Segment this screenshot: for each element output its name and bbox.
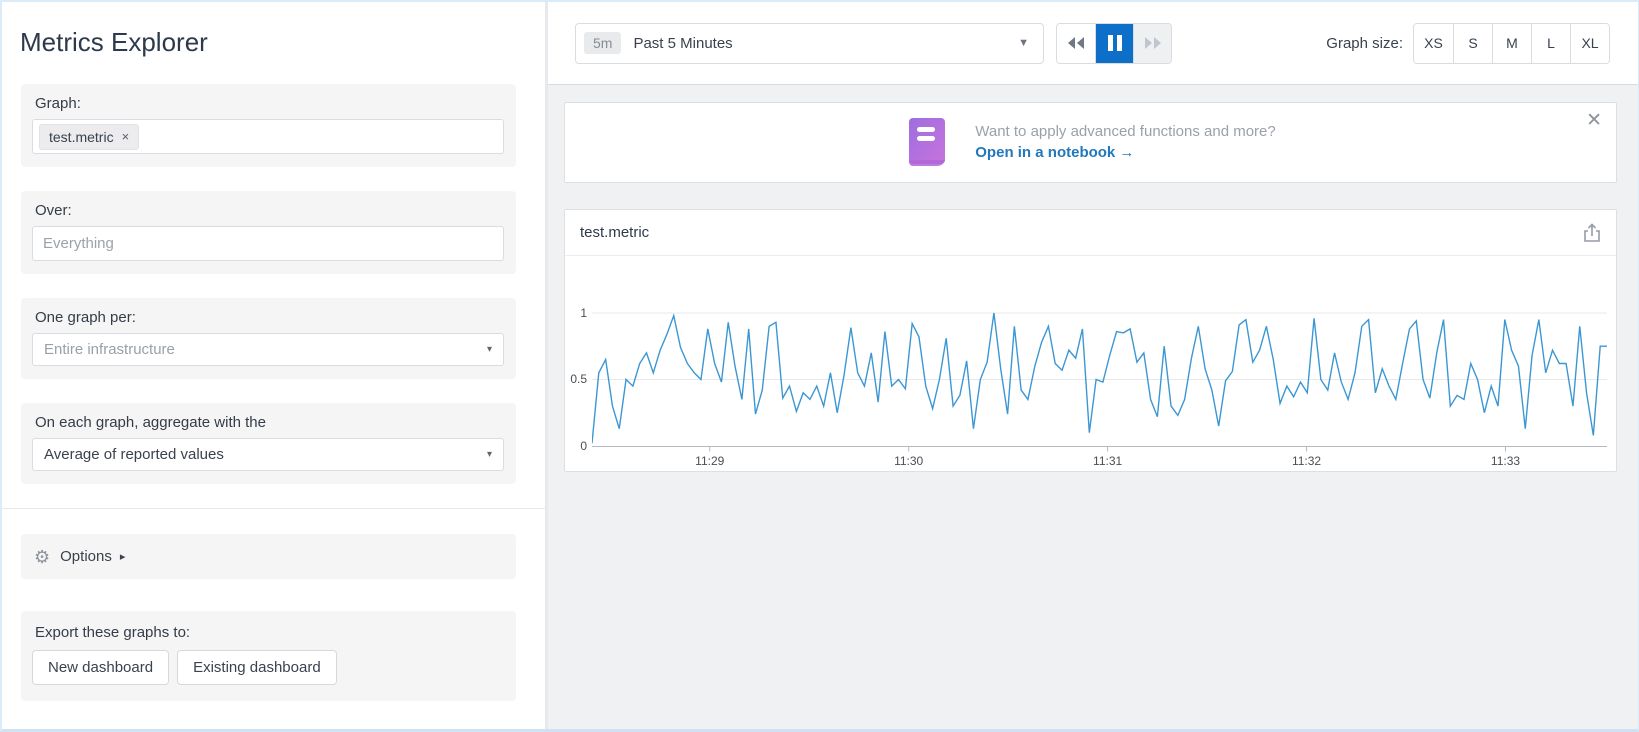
one-graph-per-section: One graph per: Entire infrastructure ▾: [21, 298, 516, 379]
metric-tag: test.metric ×: [39, 123, 140, 150]
over-field-label: Over:: [35, 202, 72, 219]
fast-forward-icon: [1144, 37, 1161, 49]
y-axis-tick-label: 0: [580, 439, 587, 453]
over-input[interactable]: [39, 227, 497, 260]
x-axis-tick-label: 11:32: [1291, 454, 1322, 468]
topbar: 5m Past 5 Minutes ▼ Graph size: XS S M L…: [548, 2, 1638, 85]
graph-size-label: Graph size:: [1326, 34, 1403, 52]
graph-size-m-button[interactable]: M: [1492, 23, 1531, 63]
graph-size-l-button[interactable]: L: [1531, 23, 1570, 63]
sidebar-divider: [2, 508, 545, 509]
sidebar: Metrics Explorer Graph: test.metric × Ov…: [2, 2, 548, 729]
gear-icon: ⚙: [34, 546, 51, 567]
banner-message: Want to apply advanced functions and mor…: [975, 123, 1276, 140]
line-chart: 0 0.5 1 11:29 11:30 11:31 11:32 11:33: [565, 256, 1616, 472]
graph-section: Graph: test.metric ×: [21, 84, 516, 167]
content-area: Want to apply advanced functions and mor…: [548, 85, 1638, 729]
x-axis-tick-label: 11:29: [695, 454, 725, 468]
aggregate-value: Average of reported values: [44, 446, 224, 463]
aggregate-label: On each graph, aggregate with the: [35, 414, 266, 431]
graph-card-header: test.metric: [565, 210, 1616, 256]
rewind-icon: [1068, 37, 1084, 49]
chevron-down-icon: ▼: [1018, 37, 1029, 49]
chevron-down-icon: ▾: [486, 344, 492, 355]
rewind-button[interactable]: [1057, 23, 1095, 63]
y-axis-tick-label: 1: [580, 305, 587, 320]
graph-field-label: Graph:: [35, 95, 81, 112]
export-label: Export these graphs to:: [35, 624, 191, 641]
graph-size-xs-button[interactable]: XS: [1414, 23, 1453, 63]
remove-tag-icon[interactable]: ×: [122, 129, 130, 144]
page-title: Metrics Explorer: [20, 27, 208, 57]
fast-forward-button[interactable]: [1133, 23, 1171, 63]
metric-tag-label: test.metric: [49, 128, 114, 145]
graph-title: test.metric: [580, 224, 650, 241]
notebook-banner: Want to apply advanced functions and mor…: [564, 102, 1617, 183]
graph-size-xl-button[interactable]: XL: [1570, 23, 1609, 63]
pause-icon: [1107, 35, 1122, 51]
time-range-label: Past 5 Minutes: [633, 34, 733, 52]
x-axis-tick-label: 11:30: [894, 454, 924, 468]
close-icon[interactable]: ✕: [1586, 111, 1602, 130]
aggregate-select[interactable]: Average of reported values ▾: [32, 438, 504, 471]
graph-metric-input[interactable]: test.metric ×: [32, 119, 504, 154]
chevron-down-icon: ▾: [486, 449, 492, 460]
metrics-explorer-page: Metrics Explorer Graph: test.metric × Ov…: [0, 0, 1639, 732]
over-section: Over:: [21, 191, 516, 274]
export-icon[interactable]: [1583, 222, 1601, 243]
new-dashboard-button[interactable]: New dashboard: [32, 650, 170, 685]
over-input-wrap: [32, 226, 504, 261]
one-graph-per-select[interactable]: Entire infrastructure ▾: [32, 333, 504, 366]
pause-button[interactable]: [1095, 23, 1133, 63]
metric-graph-card: test.metric 0 0.5 1 11:29 11:30 11:31 11:32 11:…: [564, 209, 1617, 472]
graph-size-s-button[interactable]: S: [1453, 23, 1492, 63]
one-graph-per-label: One graph per:: [35, 309, 136, 326]
aggregate-section: On each graph, aggregate with the Averag…: [21, 403, 516, 484]
options-label: Options: [60, 548, 112, 565]
export-section: Export these graphs to: New dashboard Ex…: [21, 611, 516, 701]
one-graph-per-value: Entire infrastructure: [44, 341, 175, 358]
existing-dashboard-button[interactable]: Existing dashboard: [177, 650, 337, 685]
time-range-badge: 5m: [584, 32, 622, 54]
x-axis-tick-label: 11:31: [1093, 454, 1123, 468]
x-axis-tick-label: 11:33: [1490, 454, 1521, 468]
notebook-icon: [909, 117, 946, 166]
options-toggle[interactable]: ⚙ Options ▸: [21, 534, 516, 579]
caret-right-icon: ▸: [119, 551, 126, 563]
y-axis-tick-label: 0.5: [570, 372, 587, 387]
main-area: 5m Past 5 Minutes ▼ Graph size: XS S M L…: [548, 2, 1638, 729]
graph-size-group: XS S M L XL: [1413, 22, 1610, 64]
open-notebook-link[interactable]: Open in a notebook →: [975, 142, 1134, 164]
playback-controls: [1056, 22, 1172, 64]
time-range-select[interactable]: 5m Past 5 Minutes ▼: [575, 22, 1044, 64]
